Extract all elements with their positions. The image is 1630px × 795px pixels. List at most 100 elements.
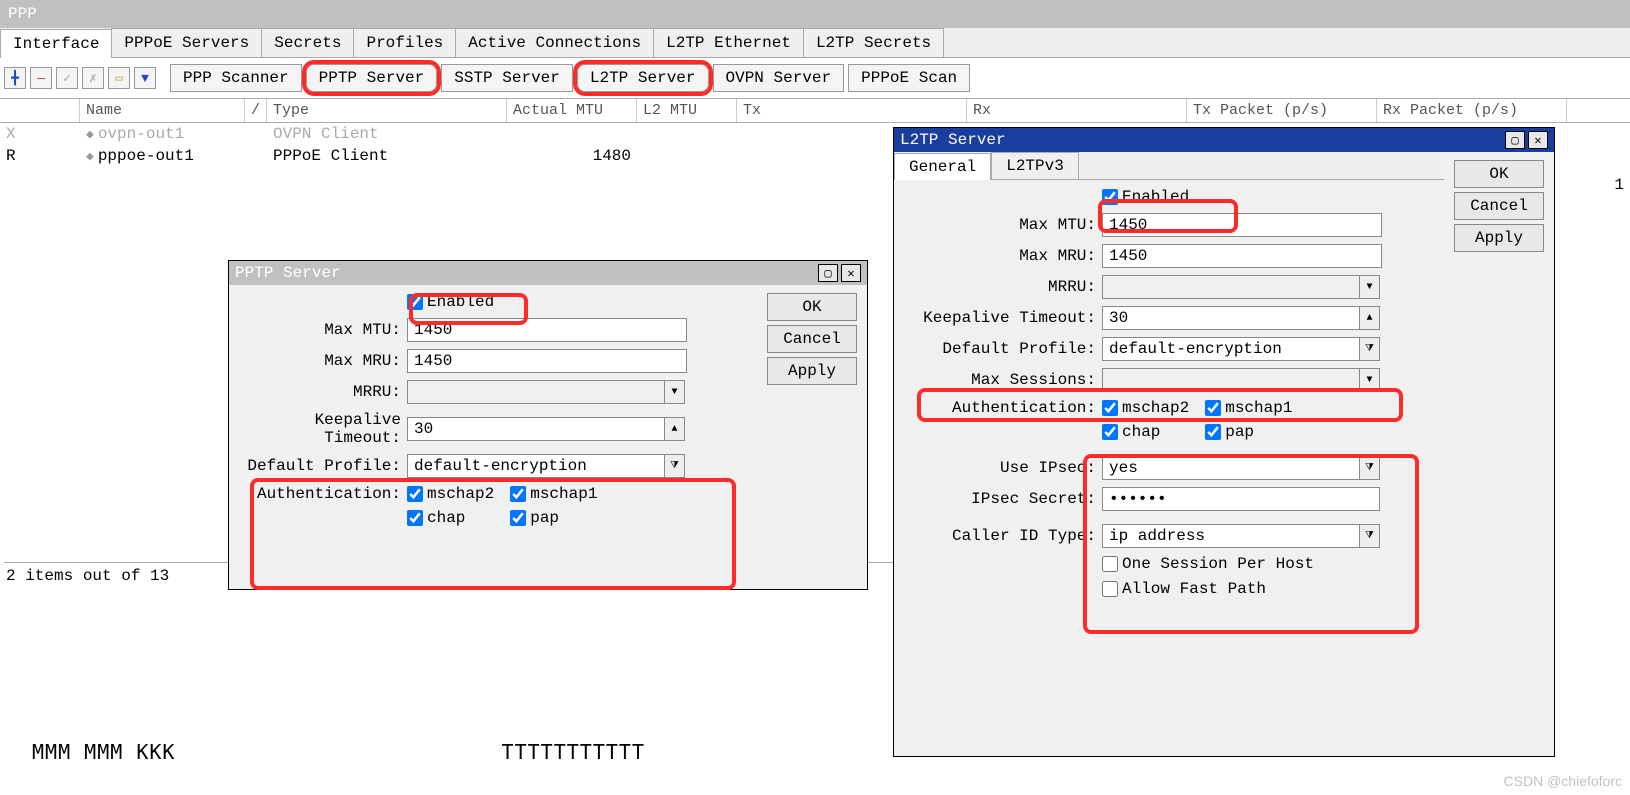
col-flag[interactable]	[0, 99, 80, 122]
l2tp-dialog-title: L2TP Server	[900, 131, 1006, 149]
disable-icon[interactable]: ✗	[82, 67, 104, 89]
pptp-auth-chap[interactable]: chap	[407, 509, 494, 527]
tab-secrets[interactable]: Secrets	[261, 28, 354, 57]
l2tp-dialog-titlebar[interactable]: L2TP Server ▢ ✕	[894, 128, 1554, 152]
l2tp-auth-mschap1[interactable]: mschap1	[1205, 399, 1292, 417]
dropdown-icon[interactable]: ⧩	[1360, 524, 1380, 548]
pptp-apply-button[interactable]: Apply	[767, 357, 857, 385]
l2tp-tab-l2tpv3[interactable]: L2TPv3	[991, 152, 1079, 179]
col-name[interactable]: Name	[80, 99, 245, 122]
l2tp-auth-chap[interactable]: chap	[1102, 423, 1189, 441]
pptp-auth-pap[interactable]: pap	[510, 509, 597, 527]
pptp-mrru-input[interactable]	[407, 380, 665, 404]
label-maxmru: Max MRU:	[902, 247, 1102, 265]
pptp-ok-button[interactable]: OK	[767, 293, 857, 321]
tab-l2tp-secrets[interactable]: L2TP Secrets	[803, 28, 944, 57]
l2tp-cancel-button[interactable]: Cancel	[1454, 192, 1544, 220]
l2tp-profile-select[interactable]	[1102, 337, 1360, 361]
l2tp-server-button[interactable]: L2TP Server	[577, 64, 709, 92]
l2tp-maxmtu-input[interactable]	[1102, 213, 1382, 237]
pptp-enabled-checkbox[interactable]: Enabled	[407, 293, 494, 311]
pptp-server-dialog: PPTP Server ▢ ✕ Enabled Max MTU: Max MRU…	[228, 260, 868, 590]
label-maxmtu: Max MTU:	[237, 321, 407, 339]
l2tp-tabs: General L2TPv3	[894, 152, 1444, 180]
dropdown-icon[interactable]: ▼	[1360, 275, 1380, 299]
l2tp-maxsess-input[interactable]	[1102, 368, 1360, 392]
label-profile: Default Profile:	[237, 457, 407, 475]
col-rx-packet[interactable]: Rx Packet (p/s)	[1377, 99, 1567, 122]
col-type[interactable]: Type	[267, 99, 507, 122]
l2tp-server-dialog: L2TP Server ▢ ✕ General L2TPv3 Enabled M…	[893, 127, 1555, 757]
l2tp-enabled-checkbox[interactable]: Enabled	[1102, 188, 1189, 206]
sstp-server-button[interactable]: SSTP Server	[441, 64, 573, 92]
row-flag: X	[0, 124, 80, 144]
pptp-maxmtu-input[interactable]	[407, 318, 687, 342]
label-keepalive: Keepalive Timeout:	[237, 411, 407, 447]
maximize-icon[interactable]: ▢	[818, 264, 838, 282]
close-icon[interactable]: ✕	[841, 264, 861, 282]
col-rx[interactable]: Rx	[967, 99, 1187, 122]
dropdown-icon[interactable]: ▼	[665, 380, 685, 404]
pptp-dialog-titlebar[interactable]: PPTP Server ▢ ✕	[229, 261, 867, 285]
dropdown-icon[interactable]: ⧩	[1360, 456, 1380, 480]
label-auth: Authentication:	[237, 485, 407, 503]
l2tp-buttons: OK Cancel Apply	[1444, 152, 1554, 756]
l2tp-secret-input[interactable]	[1102, 487, 1380, 511]
l2tp-one-session-checkbox[interactable]: One Session Per Host	[1102, 555, 1314, 573]
ppp-scanner-button[interactable]: PPP Scanner	[170, 64, 302, 92]
tab-interface[interactable]: Interface	[0, 29, 112, 58]
tab-profiles[interactable]: Profiles	[353, 28, 456, 57]
l2tp-ok-button[interactable]: OK	[1454, 160, 1544, 188]
ovpn-server-button[interactable]: OVPN Server	[713, 64, 845, 92]
l2tp-maxmru-input[interactable]	[1102, 244, 1382, 268]
pptp-auth-mschap2[interactable]: mschap2	[407, 485, 494, 503]
toolbar: ╋ — ✓ ✗ ▭ ▼ PPP Scanner PPTP Server SSTP…	[0, 58, 1630, 99]
dropdown-icon[interactable]: ⧩	[665, 454, 685, 478]
pptp-profile-select[interactable]	[407, 454, 665, 478]
row-name: ◆ovpn-out1	[80, 124, 267, 144]
label-profile: Default Profile:	[902, 340, 1102, 358]
dropdown-icon[interactable]: ⧩	[1360, 337, 1380, 361]
up-icon[interactable]: ▲	[665, 417, 685, 441]
row-mtu	[507, 124, 637, 144]
add-icon[interactable]: ╋	[4, 67, 26, 89]
pptp-maxmru-input[interactable]	[407, 349, 687, 373]
close-icon[interactable]: ✕	[1528, 131, 1548, 149]
l2tp-apply-button[interactable]: Apply	[1454, 224, 1544, 252]
row-flag: R	[0, 146, 80, 166]
col-sort[interactable]: /	[245, 99, 267, 122]
eye-icon: ◆	[86, 149, 94, 164]
col-tx[interactable]: Tx	[737, 99, 967, 122]
label-maxmtu: Max MTU:	[902, 216, 1102, 234]
pptp-keepalive-input[interactable]	[407, 417, 665, 441]
filter-icon[interactable]: ▼	[134, 67, 156, 89]
l2tp-tab-general[interactable]: General	[894, 153, 991, 180]
l2tp-ipsec-select[interactable]	[1102, 456, 1360, 480]
main-tabs: Interface PPPoE Servers Secrets Profiles…	[0, 28, 1630, 58]
remove-icon[interactable]: —	[30, 67, 52, 89]
dropdown-icon[interactable]: ▼	[1360, 368, 1380, 392]
tab-pppoe-servers[interactable]: PPPoE Servers	[111, 28, 262, 57]
l2tp-auth-mschap2[interactable]: mschap2	[1102, 399, 1189, 417]
comment-icon[interactable]: ▭	[108, 67, 130, 89]
tab-active-connections[interactable]: Active Connections	[455, 28, 654, 57]
up-icon[interactable]: ▲	[1360, 306, 1380, 330]
row-mtu: 1480	[507, 146, 637, 166]
tab-l2tp-ethernet[interactable]: L2TP Ethernet	[653, 28, 804, 57]
pptp-server-button[interactable]: PPTP Server	[306, 64, 438, 92]
eye-icon: ◆	[86, 127, 94, 142]
enable-icon[interactable]: ✓	[56, 67, 78, 89]
l2tp-keepalive-input[interactable]	[1102, 306, 1360, 330]
l2tp-caller-select[interactable]	[1102, 524, 1360, 548]
col-tx-packet[interactable]: Tx Packet (p/s)	[1187, 99, 1377, 122]
pptp-auth-mschap1[interactable]: mschap1	[510, 485, 597, 503]
l2tp-auth-pap[interactable]: pap	[1205, 423, 1292, 441]
label-maxsess: Max Sessions:	[902, 371, 1102, 389]
col-actual-mtu[interactable]: Actual MTU	[507, 99, 637, 122]
l2tp-fastpath-checkbox[interactable]: Allow Fast Path	[1102, 580, 1266, 598]
pppoe-scan-button[interactable]: PPPoE Scan	[848, 64, 970, 92]
maximize-icon[interactable]: ▢	[1505, 131, 1525, 149]
pptp-cancel-button[interactable]: Cancel	[767, 325, 857, 353]
col-l2mtu[interactable]: L2 MTU	[637, 99, 737, 122]
l2tp-mrru-input[interactable]	[1102, 275, 1360, 299]
